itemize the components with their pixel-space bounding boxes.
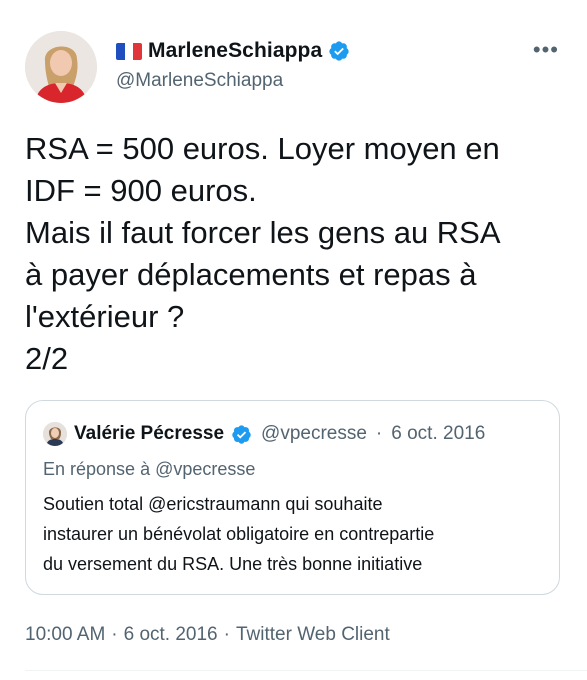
tweet: MarleneSchiappa @MarleneSchiappa ••• RSA… (0, 0, 587, 680)
quoted-tweet-date[interactable]: 6 oct. 2016 (391, 423, 485, 445)
quoted-tweet-text: Soutien total @ericstraumann qui souhait… (43, 489, 548, 579)
author-name-row: MarleneSchiappa (116, 38, 350, 64)
verified-badge-icon (329, 41, 349, 61)
verified-badge-icon (232, 424, 251, 444)
quoted-text-line: du versement du RSA. Une très bonne init… (43, 554, 423, 574)
quoted-avatar-image (43, 422, 67, 446)
tweet-text-line: RSA = 500 euros. Loyer moyen en (25, 131, 500, 166)
tweet-source[interactable]: Twitter Web Client (236, 624, 390, 645)
french-flag-icon (116, 42, 142, 60)
quoted-tweet-header: Valérie Pécresse @vpecresse · 6 oct. 201… (43, 421, 485, 447)
author-handle[interactable]: @MarleneSchiappa (116, 70, 283, 92)
tweet-text-line: l'extérieur ? (25, 299, 185, 334)
footer-separator: · (111, 624, 118, 645)
tweet-text-line: Mais il faut forcer les gens au RSA (25, 215, 501, 250)
quoted-text-line: Soutien total @ericstraumann qui souhait… (43, 494, 383, 514)
tweet-date[interactable]: 6 oct. 2016 (124, 624, 218, 645)
quoted-author-handle[interactable]: @vpecresse (261, 423, 367, 445)
divider (25, 670, 587, 671)
author-display-name[interactable]: MarleneSchiappa (148, 39, 322, 63)
tweet-text-line: 2/2 (25, 341, 69, 376)
tweet-footer: 10:00 AM · 6 oct. 2016 · Twitter Web Client (25, 624, 390, 646)
reply-context: En réponse à @vpecresse (43, 459, 256, 479)
author-avatar[interactable] (25, 31, 97, 103)
footer-separator: · (223, 624, 230, 645)
quoted-author-display-name[interactable]: Valérie Pécresse (74, 423, 224, 445)
tweet-text-line: à payer déplacements et repas à (25, 257, 477, 292)
tweet-text-line: IDF = 900 euros. (25, 173, 257, 208)
tweet-text: RSA = 500 euros. Loyer moyen en IDF = 90… (25, 128, 570, 380)
tweet-timestamp[interactable]: 10:00 AM (25, 624, 105, 645)
meta-separator: · (375, 423, 383, 444)
quoted-tweet[interactable]: Valérie Pécresse @vpecresse · 6 oct. 201… (25, 400, 560, 595)
avatar-image (25, 31, 97, 103)
quoted-author-avatar[interactable] (43, 422, 67, 446)
quoted-text-line: instaurer un bénévolat obligatoire en co… (43, 524, 435, 544)
more-options-icon[interactable]: ••• (533, 39, 559, 61)
